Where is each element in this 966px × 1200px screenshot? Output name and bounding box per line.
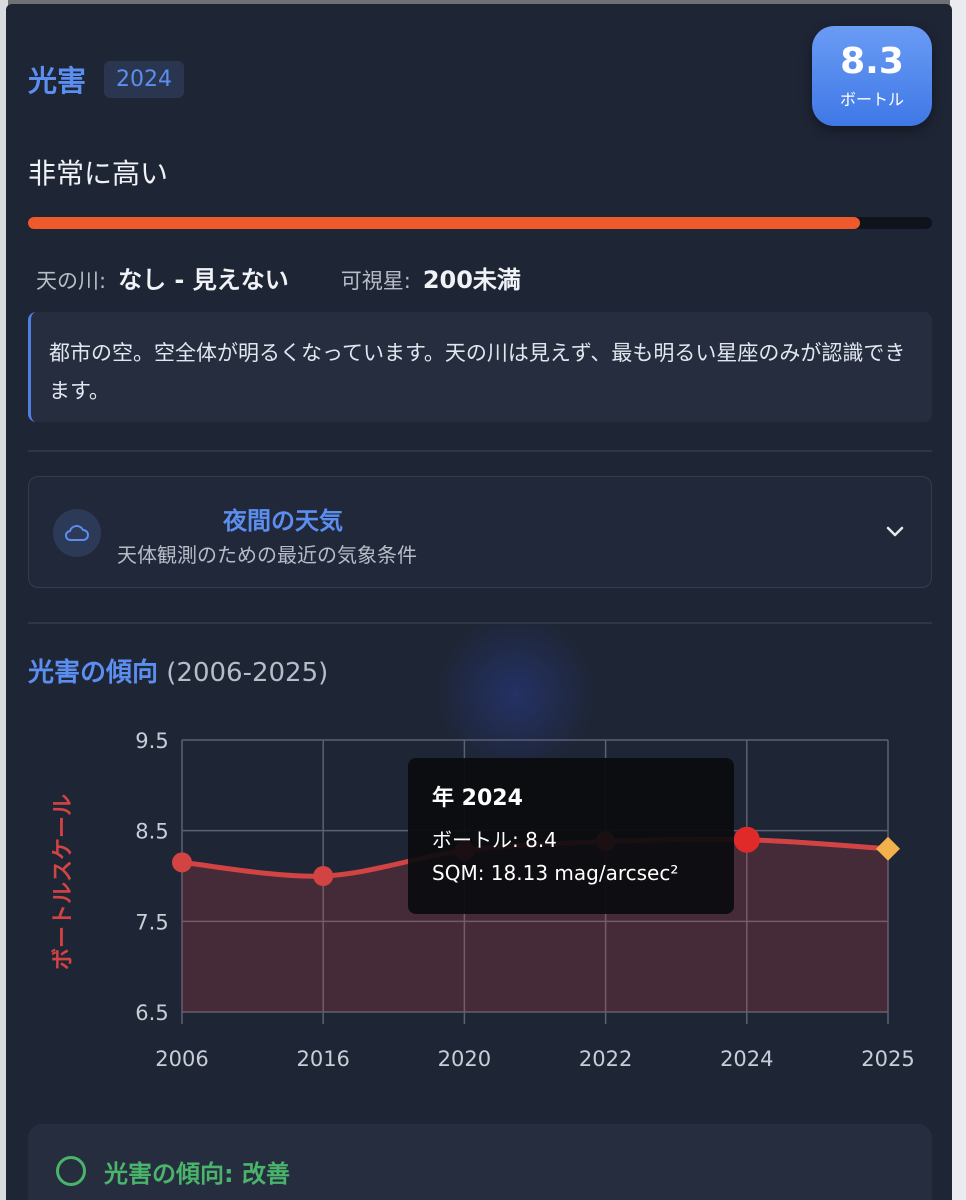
x-tick-label: 2024 xyxy=(720,1047,773,1071)
trend-status-text: 光害の傾向: 改善 xyxy=(104,1160,290,1188)
trend-status-card: 光害の傾向: 改善 xyxy=(28,1124,932,1200)
bortle-value: 8.3 xyxy=(840,41,904,82)
panel-header: 光害 2024 xyxy=(28,58,185,100)
bortle-badge: 8.3 ボートル xyxy=(812,26,932,126)
y-axis-label: ボートルスケール xyxy=(51,794,76,970)
sky-description: 都市の空。空全体が明るくなっています。天の川は見えず、最も明るい星座のみが認識で… xyxy=(28,312,932,422)
x-tick-label: 2022 xyxy=(579,1047,632,1071)
trend-title: 光害の傾向 xyxy=(28,658,159,688)
chart-tooltip: 年 2024 ボートル: 8.4 SQM: 18.13 mag/arcsec² xyxy=(408,758,734,914)
divider xyxy=(28,622,932,624)
year-badge: 2024 xyxy=(104,60,185,98)
data-point xyxy=(313,866,334,886)
bortle-unit: ボートル xyxy=(839,90,904,109)
milkyway-value: なし - 見えない xyxy=(118,266,289,294)
pollution-bar xyxy=(28,217,932,229)
map-background-right xyxy=(950,0,966,1200)
visible-stars-label: 可視星: xyxy=(340,269,411,293)
divider xyxy=(28,450,932,452)
tooltip-sqm: SQM: 18.13 mag/arcsec² xyxy=(432,861,679,885)
weather-title: 夜間の天気 xyxy=(223,507,343,535)
data-point xyxy=(733,826,760,853)
y-tick-label: 9.5 xyxy=(135,729,168,753)
x-tick-label: 2016 xyxy=(296,1047,349,1071)
x-tick-label: 2025 xyxy=(861,1047,914,1071)
pollution-bar-fill xyxy=(28,217,860,229)
weather-subtitle: 天体観測のための最近の気象条件 xyxy=(117,543,417,567)
pollution-level: 非常に高い xyxy=(28,157,169,190)
visible-stars-value: 200未満 xyxy=(422,266,521,294)
status-circle-icon xyxy=(56,1156,86,1186)
chevron-down-icon[interactable] xyxy=(885,523,905,542)
trend-range: (2006-2025) xyxy=(166,658,329,688)
tooltip-title: 年 2024 xyxy=(432,786,523,811)
panel-title: 光害 xyxy=(28,64,87,98)
cloud-icon xyxy=(53,509,101,557)
light-pollution-panel: 光害 2024 8.3 ボートル 非常に高い 天の川: なし - 見えない 可視… xyxy=(6,4,952,1200)
weather-card[interactable]: 夜間の天気 天体観測のための最近の気象条件 xyxy=(28,476,932,588)
tooltip-bortle: ボートル: 8.4 xyxy=(432,828,557,852)
x-tick-label: 2006 xyxy=(155,1047,208,1071)
sky-stats: 天の川: なし - 見えない 可視星: 200未満 xyxy=(36,260,521,295)
x-tick-label: 2020 xyxy=(438,1047,491,1071)
trend-heading: 光害の傾向 (2006-2025) xyxy=(28,652,328,689)
milkyway-label: 天の川: xyxy=(36,269,107,293)
data-point xyxy=(172,852,192,873)
y-tick-label: 7.5 xyxy=(135,910,168,934)
y-tick-label: 6.5 xyxy=(135,1001,168,1025)
y-tick-label: 8.5 xyxy=(135,820,168,844)
